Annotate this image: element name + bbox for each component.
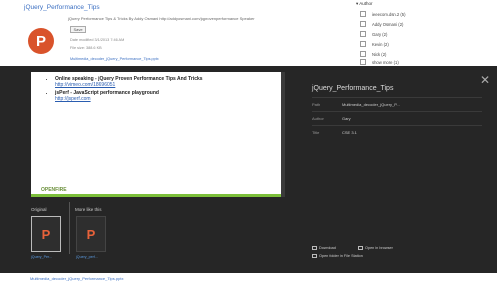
powerpoint-file-icon[interactable]: P [28, 28, 54, 54]
facet-option[interactable]: Kevin (2) [360, 41, 389, 47]
section-divider [69, 202, 70, 254]
slide-footer-bar [31, 194, 281, 197]
more-like-this-label: More like this [75, 207, 102, 212]
document-preview[interactable]: Online speaking - jQuery Proven Performa… [31, 72, 281, 197]
result-path-link-bottom[interactable]: Multimedia_decoder_jQuery_Performance_Ti… [30, 276, 123, 281]
facet-option[interactable]: Nick (2) [360, 51, 386, 57]
preview-bullet: jsPerf - JavaScript performance playgrou… [55, 90, 281, 102]
preview-link[interactable]: http://vimeo.com/18696051 [55, 82, 281, 88]
original-file-thumbnail[interactable]: P [31, 216, 61, 252]
facet-option[interactable]: ieeecom.dsn.2 (5) [360, 11, 406, 17]
date-modified-text: Date modified 3/1/2013 7:46 AM [70, 38, 125, 42]
facet-header: ▾ Author [356, 1, 373, 6]
browser-icon [358, 246, 363, 250]
file-info-title: jQuery_Performance_Tips [312, 85, 394, 92]
preview-scrollbar[interactable] [281, 72, 285, 197]
close-icon[interactable]: ✕ [479, 74, 491, 86]
result-snippet: jQuery Performance Tips & Tricks By Addy… [68, 16, 255, 21]
save-button[interactable]: Save [70, 26, 86, 33]
checkbox-icon[interactable] [360, 21, 366, 27]
file-preview-overlay: ✕ Online speaking - jQuery Proven Perfor… [0, 66, 497, 273]
download-button[interactable]: Download [312, 246, 336, 250]
result-title-link[interactable]: jQuery_Performance_Tips [24, 4, 100, 11]
similar-file-caption[interactable]: jQuery_perf... [76, 255, 98, 259]
original-section-label: Original [31, 207, 47, 212]
file-size-text: File size: 388.6 KB [70, 46, 102, 50]
checkbox-icon[interactable] [360, 51, 366, 57]
similar-file-thumbnail[interactable]: P [76, 216, 106, 252]
original-file-caption[interactable]: jQuery_Per... [31, 255, 52, 259]
preview-bullet: Online speaking - jQuery Proven Performa… [55, 76, 281, 88]
download-icon [312, 246, 317, 250]
result-path-link[interactable]: Multimedia_decoder_jQuery_Performance_Ti… [70, 57, 159, 61]
checkbox-icon[interactable] [360, 59, 366, 65]
preview-link[interactable]: http://jsperf.com [55, 96, 281, 102]
checkbox-icon[interactable] [360, 41, 366, 47]
facet-option[interactable]: Gary (2) [360, 31, 387, 37]
checkbox-icon[interactable] [360, 11, 366, 17]
document-logo: OPENFIRE [41, 187, 67, 193]
checkbox-icon[interactable] [360, 31, 366, 37]
open-folder-button[interactable]: Open folder in File Station [312, 254, 363, 258]
search-results-page: jQuery_Performance_Tips P jQuery Perform… [0, 0, 497, 283]
info-row-author: Author Gary [312, 111, 482, 125]
facet-show-more[interactable]: show more (1) [360, 59, 399, 65]
info-row-path: Path Multimedia_decoder_jQuery_P... [312, 97, 482, 111]
facet-option[interactable]: Addy Osmani (2) [360, 21, 403, 27]
folder-icon [312, 254, 317, 258]
open-in-browser-button[interactable]: Open in browser [358, 246, 393, 250]
info-row-title: Title CSE 3.1 [312, 125, 482, 139]
